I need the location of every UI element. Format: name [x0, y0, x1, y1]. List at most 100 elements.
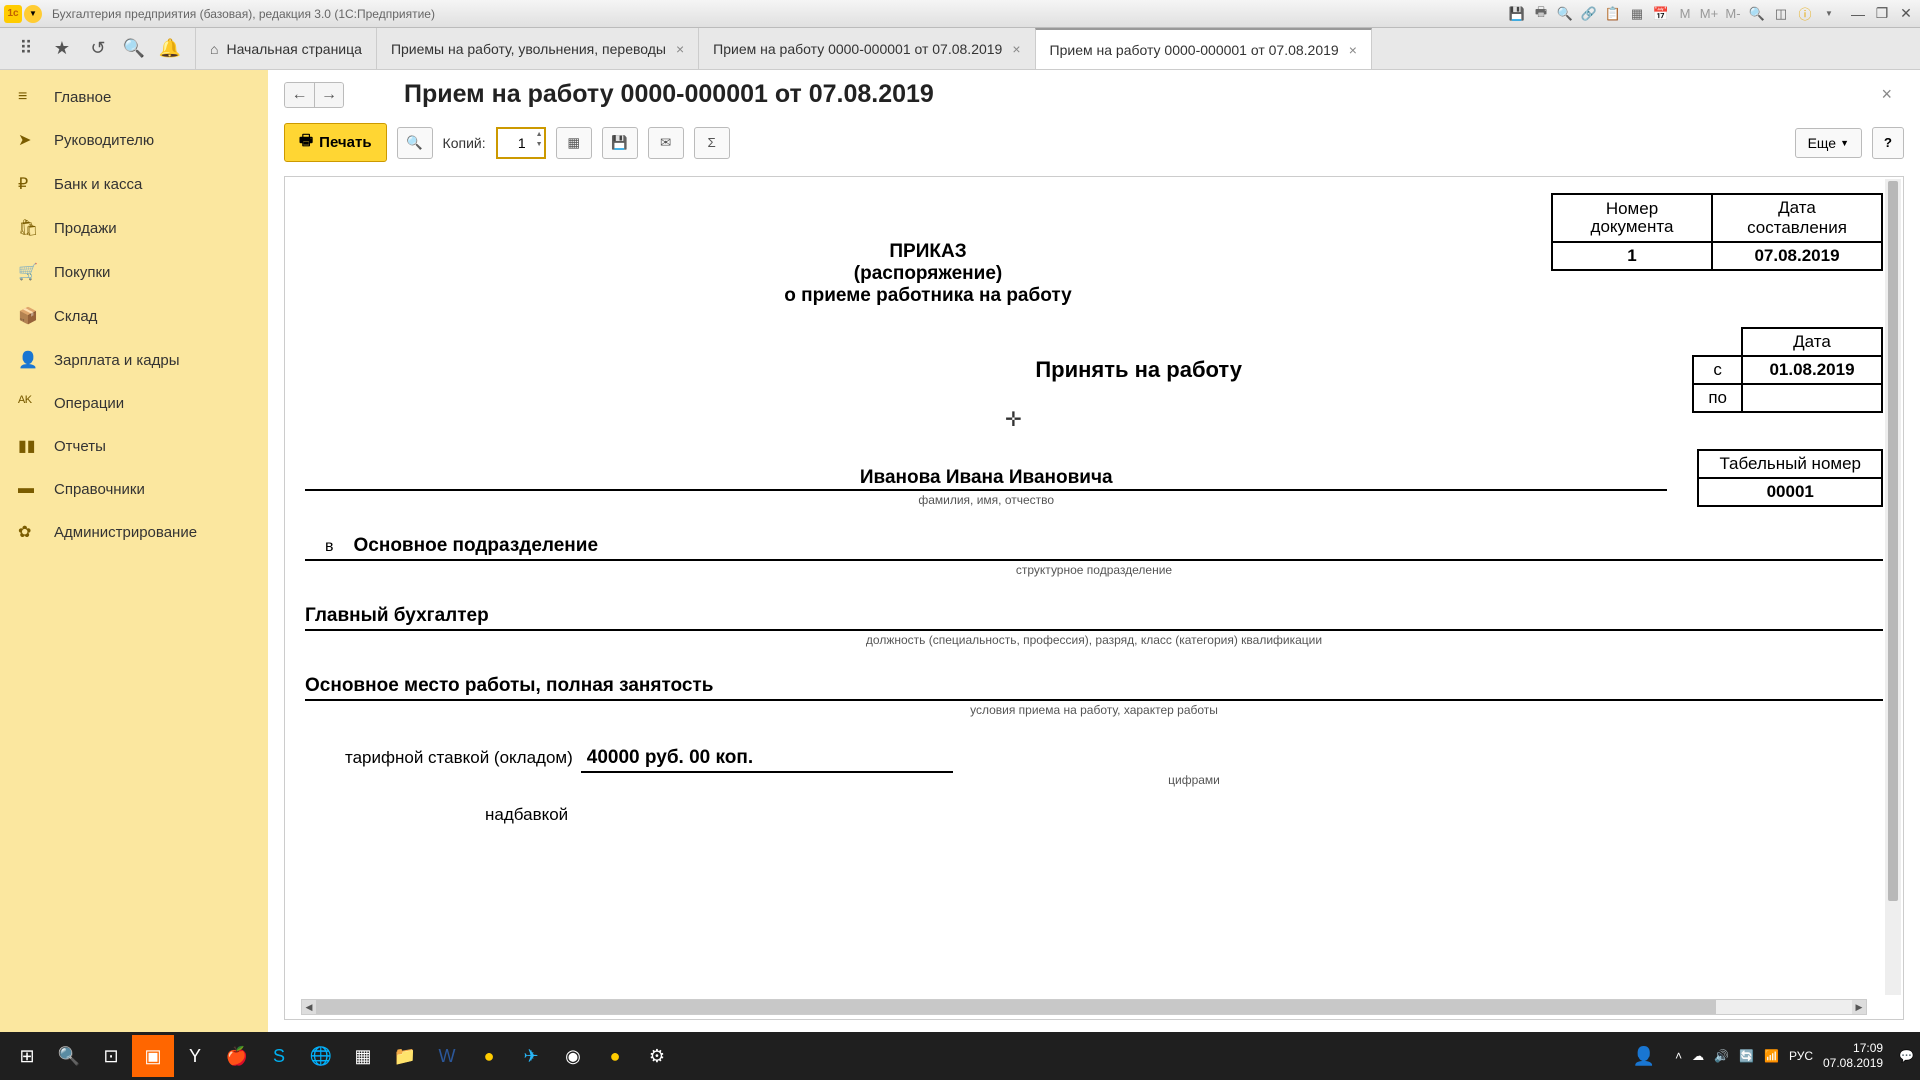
sidebar-item-label: Отчеты [54, 438, 106, 455]
sidebar-item-label: Главное [54, 89, 111, 106]
sidebar-item-operations[interactable]: ᴬᴷОперации [0, 382, 268, 424]
conditions-note: условия приема на работу, характер работ… [305, 703, 1883, 717]
more-button[interactable]: Еще▼ [1795, 128, 1862, 158]
taskbar-clock[interactable]: 17:09 07.08.2019 [1823, 1041, 1889, 1071]
info-dropdown-icon[interactable]: ▼ [1820, 5, 1838, 23]
minimize-button[interactable]: — [1848, 5, 1868, 23]
taskbar-time: 17:09 [1823, 1041, 1883, 1056]
save-icon[interactable]: 💾 [1508, 5, 1526, 23]
sidebar-item-reports[interactable]: ▮▮Отчеты [0, 424, 268, 468]
info-icon[interactable]: ⓘ [1796, 5, 1814, 23]
calc-icon[interactable]: ▦ [1628, 5, 1646, 23]
save-button[interactable]: 💾 [602, 127, 638, 159]
help-button[interactable]: ? [1872, 127, 1904, 159]
taskview-button[interactable]: ⊡ [90, 1035, 132, 1077]
conditions-value: Основное место работы, полная занятость [305, 675, 713, 696]
vertical-scrollbar[interactable] [1885, 179, 1901, 995]
sidebar-item-stock[interactable]: 📦Склад [0, 294, 268, 338]
spinner-icon[interactable]: ▲▼ [536, 130, 543, 150]
tabnum-label: Табельный номер [1698, 450, 1882, 478]
more-label: Еще [1808, 135, 1837, 151]
people-icon[interactable]: 👤 [1623, 1035, 1665, 1077]
print-icon[interactable]: 🖶 [1532, 5, 1550, 23]
app-title: Бухгалтерия предприятия (базовая), редак… [52, 7, 1508, 21]
panel-icon[interactable]: ◫ [1772, 5, 1790, 23]
tab-hires[interactable]: Приемы на работу, увольнения, переводы × [376, 28, 699, 69]
close-button[interactable]: ✕ [1896, 5, 1916, 23]
scroll-right-icon[interactable]: ▶ [1852, 1000, 1866, 1014]
tray-volume-icon[interactable]: 🔊 [1714, 1049, 1729, 1063]
taskbar-chrome-icon[interactable]: ◉ [552, 1035, 594, 1077]
sidebar-item-label: Зарплата и кадры [54, 352, 180, 369]
date-label: Дата [1742, 328, 1882, 356]
copy-icon[interactable]: 📋 [1604, 5, 1622, 23]
preview-button[interactable]: 🔍 [397, 127, 433, 159]
history-icon[interactable]: ↺ [84, 35, 112, 63]
tab-hire-doc-1[interactable]: Прием на работу 0000-000001 от 07.08.201… [698, 28, 1035, 69]
zoom-icon[interactable]: 🔍 [1748, 5, 1766, 23]
document-area[interactable]: ПРИКАЗ (распоряжение) о приеме работника… [284, 176, 1904, 1020]
taskbar-app-2[interactable]: 🍎 [216, 1035, 258, 1077]
search-button[interactable]: 🔍 [48, 1035, 90, 1077]
taskbar-app-1[interactable]: ▣ [132, 1035, 174, 1077]
sidebar-item-directories[interactable]: ▬Справочники [0, 468, 268, 510]
link-icon[interactable]: 🔗 [1580, 5, 1598, 23]
tray-chevron-icon[interactable]: ˄ [1675, 1049, 1682, 1063]
search-icon[interactable]: 🔍 [120, 35, 148, 63]
close-icon[interactable]: × [1012, 41, 1020, 57]
sidebar-item-bank[interactable]: ₽Банк и касса [0, 162, 268, 206]
taskbar-telegram-icon[interactable]: ✈ [510, 1035, 552, 1077]
maximize-button[interactable]: ❐ [1872, 5, 1892, 23]
taskbar-yandex-icon[interactable]: Y [174, 1035, 216, 1077]
m-plus-icon[interactable]: M+ [1700, 5, 1718, 23]
close-icon[interactable]: × [1349, 42, 1357, 58]
sidebar-item-salary[interactable]: 👤Зарплата и кадры [0, 338, 268, 382]
tab-hire-doc-2[interactable]: Прием на работу 0000-000001 от 07.08.201… [1035, 28, 1372, 69]
close-content-button[interactable]: × [1881, 84, 1892, 105]
sidebar-item-sales[interactable]: 🛍Продажи [0, 206, 268, 250]
taskbar-explorer-icon[interactable]: 📁 [384, 1035, 426, 1077]
scroll-left-icon[interactable]: ◀ [302, 1000, 316, 1014]
sidebar-item-main[interactable]: ≡Главное [0, 76, 268, 118]
tabnum-table: Табельный номер 00001 [1697, 449, 1883, 507]
book-icon: ▬ [18, 480, 40, 498]
sidebar-item-admin[interactable]: ✿Администрирование [0, 510, 268, 554]
taskbar-1c-icon[interactable]: ● [468, 1035, 510, 1077]
bell-icon[interactable]: 🔔 [156, 35, 184, 63]
sidebar-item-director[interactable]: ➤Руководителю [0, 118, 268, 162]
taskbar-skype-icon[interactable]: S [258, 1035, 300, 1077]
table-button[interactable]: ▦ [556, 127, 592, 159]
tray-network-icon[interactable]: 🔄 [1739, 1049, 1754, 1063]
sum-button[interactable]: Σ [694, 127, 730, 159]
back-button[interactable]: ← [284, 82, 314, 108]
position-note: должность (специальность, профессия), ра… [305, 633, 1883, 647]
tray-cloud-icon[interactable]: ☁ [1692, 1049, 1704, 1063]
app-dropdown-icon[interactable]: ▼ [24, 5, 42, 23]
position-value: Главный бухгалтер [305, 605, 489, 626]
sidebar: ≡Главное ➤Руководителю ₽Банк и касса 🛍Пр… [0, 70, 268, 1032]
print-button[interactable]: 🖶Печать [284, 123, 387, 162]
tray-wifi-icon[interactable]: 📶 [1764, 1049, 1779, 1063]
taskbar-settings-icon[interactable]: ⚙ [636, 1035, 678, 1077]
taskbar-calc-icon[interactable]: ▦ [342, 1035, 384, 1077]
apps-icon[interactable]: ⠿ [12, 35, 40, 63]
notifications-icon[interactable]: 💬 [1899, 1049, 1914, 1063]
sidebar-item-purchases[interactable]: 🛒Покупки [0, 250, 268, 294]
calendar-icon[interactable]: 📅 [1652, 5, 1670, 23]
m-icon[interactable]: M [1676, 5, 1694, 23]
mail-button[interactable]: ✉ [648, 127, 684, 159]
preview-icon[interactable]: 🔍 [1556, 5, 1574, 23]
taskbar-app-3[interactable]: 🌐 [300, 1035, 342, 1077]
fio-value: Иванова Ивана Ивановича [305, 467, 1667, 491]
forward-button[interactable]: → [314, 82, 344, 108]
tray-lang[interactable]: РУС [1789, 1049, 1813, 1063]
taskbar-word-icon[interactable]: W [426, 1035, 468, 1077]
taskbar-1c-icon-2[interactable]: ● [594, 1035, 636, 1077]
start-button[interactable]: ⊞ [6, 1035, 48, 1077]
close-icon[interactable]: × [676, 41, 684, 57]
star-icon[interactable]: ★ [48, 35, 76, 63]
horizontal-scrollbar[interactable]: ◀ ▶ [301, 999, 1867, 1015]
tab-home[interactable]: ⌂ Начальная страница [195, 28, 377, 69]
m-minus-icon[interactable]: M- [1724, 5, 1742, 23]
date-range-table: Дата с01.08.2019 по [1692, 327, 1883, 413]
